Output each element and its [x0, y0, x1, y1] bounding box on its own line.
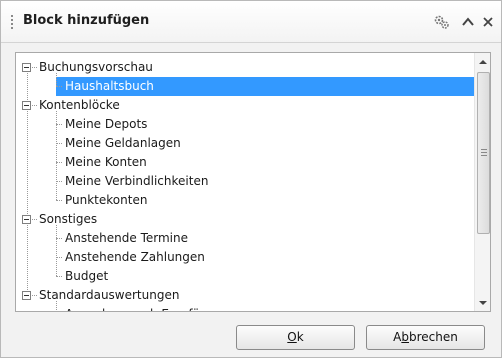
tree-connector	[56, 301, 57, 311]
ok-label-rest: k	[296, 330, 304, 344]
tree-item-label: Punktekonten	[65, 193, 148, 207]
collapse-toggle-icon[interactable]	[22, 101, 31, 110]
collapse-toggle-icon[interactable]	[22, 215, 31, 224]
tree-group-row[interactable]: Buchungsvorschau	[16, 58, 474, 77]
ok-button[interactable]: Ok	[236, 325, 355, 350]
tree-item-row[interactable]: Ausgaben nach Empfänger	[16, 305, 474, 311]
tree-item-label: Meine Verbindlichkeiten	[65, 174, 209, 188]
cancel-mnemonic: b	[401, 330, 409, 344]
tree-item-label: Budget	[65, 269, 109, 283]
tree-item-row[interactable]: Anstehende Zahlungen	[16, 248, 474, 267]
settings-gear-icon[interactable]	[433, 13, 451, 31]
tree-item-row[interactable]: Meine Depots	[16, 115, 474, 134]
tree-item-row[interactable]: Punktekonten	[16, 191, 474, 210]
scroll-up-arrow-icon	[479, 59, 487, 64]
tree-group-row[interactable]: Kontenblöcke	[16, 96, 474, 115]
tree-item-label: Meine Depots	[65, 117, 148, 131]
tree-connector	[56, 225, 57, 276]
cancel-button[interactable]: Abbrechen	[366, 325, 485, 350]
tree-item-label: Haushaltsbuch	[62, 77, 157, 96]
tree-group-row[interactable]: Sonstiges	[16, 210, 474, 229]
thumb-grip-icon	[481, 149, 487, 158]
collapse-chevron-up-icon[interactable]	[459, 13, 477, 31]
tree-item-row[interactable]: Haushaltsbuch	[56, 77, 474, 96]
scroll-down-button[interactable]	[475, 294, 490, 311]
close-x-icon[interactable]	[479, 13, 497, 31]
tree-item-row[interactable]: Meine Verbindlichkeiten	[16, 172, 474, 191]
block-tree-list[interactable]: Buchungsvorschau Haushaltsbuch Kontenblöck…	[15, 52, 491, 312]
panel-header: Block hinzufügen	[1, 1, 501, 43]
scroll-down-arrow-icon	[479, 300, 487, 305]
tree-item-row[interactable]: Budget	[16, 267, 474, 286]
add-block-panel: Block hinzufügen Buchungsvorschau Haushal…	[0, 0, 502, 358]
tree-item-row[interactable]: Meine Geldanlagen	[16, 134, 474, 153]
tree-item-label: Meine Konten	[65, 155, 147, 169]
scroll-up-button[interactable]	[475, 53, 490, 70]
tree-group-label: Standardauswertungen	[39, 288, 180, 302]
tree-connector	[27, 111, 28, 214]
tree-item-label: Ausgaben nach Empfänger	[62, 305, 230, 311]
tree-item-label: Meine Geldanlagen	[65, 136, 181, 150]
drag-grip-icon[interactable]	[11, 15, 14, 29]
panel-title: Block hinzufügen	[23, 13, 150, 28]
tree-item-label: Anstehende Zahlungen	[65, 250, 205, 264]
tree-connector	[27, 225, 28, 290]
collapse-toggle-icon[interactable]	[22, 63, 31, 72]
scroll-thumb[interactable]	[477, 72, 490, 234]
tree-group-label: Kontenblöcke	[39, 98, 120, 112]
tree-connector	[56, 111, 57, 200]
cancel-label-rest: brechen	[408, 330, 458, 344]
vertical-scrollbar[interactable]	[474, 53, 490, 311]
tree-connector	[56, 73, 57, 86]
tree-item-row[interactable]: Meine Konten	[16, 153, 474, 172]
tree-item-row[interactable]: Anstehende Termine	[16, 229, 474, 248]
ok-mnemonic: O	[287, 330, 297, 344]
tree-group-label: Buchungsvorschau	[39, 60, 153, 74]
tree-item-label: Anstehende Termine	[65, 231, 188, 245]
tree-group-label: Sonstiges	[39, 212, 98, 226]
tree-group-row[interactable]: Standardauswertungen	[16, 286, 474, 305]
collapse-toggle-icon[interactable]	[22, 291, 31, 300]
